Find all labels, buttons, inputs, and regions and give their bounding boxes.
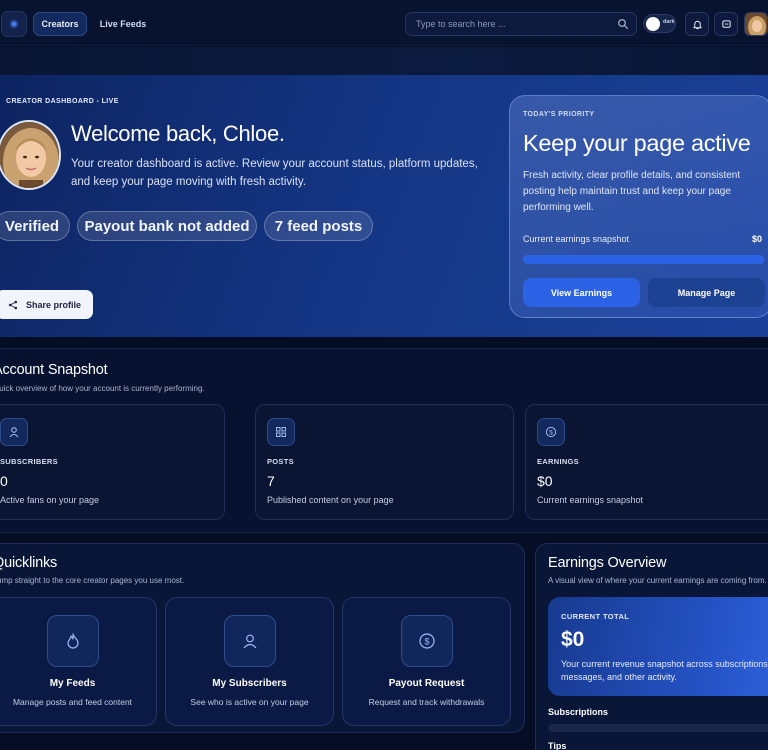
progress-fill (523, 255, 764, 264)
share-icon (8, 300, 18, 309)
subscribers-desc: Active fans on your page (0, 495, 100, 505)
manage-page-button[interactable]: Manage Page (648, 278, 765, 307)
quicklink-icon-box (46, 615, 99, 667)
tips-label: Tips (548, 741, 567, 750)
dollar-icon: $ (545, 426, 557, 438)
verified-badge: Verified (0, 211, 70, 241)
search-input[interactable] (406, 13, 606, 35)
quicklinks-title: Quicklinks (0, 555, 58, 571)
svg-text:$: $ (424, 636, 429, 646)
subscriptions-bar (548, 724, 768, 732)
card-icon-box (0, 418, 28, 446)
earnings-overview-subtitle: A visual view of where your current earn… (548, 576, 767, 585)
earnings-overview-section: Earnings Overview A visual view of where… (535, 543, 768, 750)
theme-toggle[interactable]: dark (643, 14, 676, 33)
header-stripe (0, 47, 768, 75)
priority-title: Keep your page active (523, 130, 751, 156)
feed-posts-badge: 7 feed posts (264, 211, 373, 241)
earnings-value: $0 (537, 473, 553, 489)
account-snapshot-title: Account Snapshot (0, 362, 108, 378)
account-snapshot-section: Account Snapshot Quick overview of how y… (0, 348, 768, 533)
posts-value: 7 (267, 473, 275, 489)
earnings-desc: Current earnings snapshot (537, 495, 644, 505)
notifications-button[interactable] (685, 12, 709, 36)
avatar (745, 13, 767, 35)
search-icon[interactable] (617, 18, 629, 30)
quicklink-title: My Feeds (49, 678, 96, 689)
card-icon-box: $ (537, 418, 565, 446)
user-avatar-button[interactable] (744, 12, 768, 36)
earnings-snapshot-value: $0 (751, 234, 762, 244)
message-icon (721, 19, 731, 28)
search-bar (405, 12, 637, 36)
earnings-overview-title: Earnings Overview (548, 555, 667, 571)
flame-icon (66, 633, 79, 649)
current-total-value: $0 (561, 628, 585, 651)
earnings-label: EARNINGS (537, 457, 579, 466)
subscriptions-label: Subscriptions (548, 707, 609, 717)
card-icon-box (267, 418, 295, 446)
quicklink-title: Payout Request (388, 678, 465, 689)
profile-avatar (0, 120, 61, 190)
subscribers-value: 0 (0, 473, 8, 489)
posts-card[interactable]: POSTS 7 Published content on your page (255, 404, 514, 520)
view-earnings-button[interactable]: View Earnings (523, 278, 640, 307)
quicklink-payout-request[interactable]: $ Payout Request Request and track withd… (342, 597, 511, 726)
earnings-progress-bar (523, 255, 764, 264)
earnings-card[interactable]: $ EARNINGS $0 Current earnings snapshot (525, 404, 768, 520)
priority-kicker: TODAY'S PRIORITY (523, 111, 595, 118)
welcome-title: Welcome back, Chloe. (71, 121, 285, 146)
share-profile-button[interactable]: Share profile (0, 290, 93, 319)
quicklink-my-subscribers[interactable]: My Subscribers See who is active on your… (165, 597, 334, 726)
toggle-knob (646, 17, 660, 31)
quicklink-icon-box: $ (400, 615, 453, 667)
user-icon (243, 634, 256, 649)
current-total-card: CURRENT TOTAL $0 Your current revenue sn… (548, 597, 768, 696)
payout-status-badge: Payout bank not added (77, 211, 257, 241)
priority-text: Fresh activity, clear profile details, a… (523, 170, 741, 213)
user-icon (9, 427, 19, 438)
quicklink-desc: See who is active on your page (190, 697, 309, 707)
dollar-icon: $ (418, 633, 435, 649)
todays-priority-card: TODAY'S PRIORITY Keep your page active F… (509, 95, 768, 318)
logo-icon (10, 20, 18, 28)
svg-text:$: $ (549, 429, 553, 436)
hero-kicker: CREATOR DASHBOARD - LIVE (6, 98, 119, 105)
tab-creators[interactable]: Creators (33, 12, 87, 36)
bell-icon (692, 20, 702, 29)
subscribers-card[interactable]: SUBSCRIBERS 0 Active fans on your page (0, 404, 225, 520)
subscribers-label: SUBSCRIBERS (0, 457, 58, 466)
quicklinks-section: Quicklinks Jump straight to the core cre… (0, 543, 525, 733)
top-navigation-bar: Creators Live Feeds dark (0, 0, 768, 46)
messages-button[interactable] (714, 12, 738, 36)
current-total-label: CURRENT TOTAL (561, 612, 630, 621)
quicklink-icon-box (223, 615, 276, 667)
welcome-subtitle: Your creator dashboard is active. Review… (71, 158, 478, 188)
quicklinks-subtitle: Jump straight to the core creator pages … (0, 576, 185, 585)
tab-live-feeds[interactable]: Live Feeds (94, 12, 152, 36)
posts-desc: Published content on your page (267, 495, 394, 505)
posts-label: POSTS (267, 457, 294, 466)
quicklink-desc: Manage posts and feed content (12, 697, 133, 707)
theme-toggle-label: dark (663, 19, 675, 25)
grid-icon (276, 427, 286, 437)
brand-logo-button[interactable] (1, 11, 27, 37)
quicklink-desc: Request and track withdrawals (368, 697, 485, 707)
share-profile-label: Share profile (26, 299, 82, 310)
quicklink-title: My Subscribers (212, 678, 287, 689)
quicklink-my-feeds[interactable]: My Feeds Manage posts and feed content (0, 597, 157, 726)
account-snapshot-subtitle: Quick overview of how your account is cu… (0, 384, 205, 393)
earnings-snapshot-label: Current earnings snapshot (523, 234, 630, 244)
current-total-desc: Your current revenue snapshot across sub… (561, 659, 768, 682)
